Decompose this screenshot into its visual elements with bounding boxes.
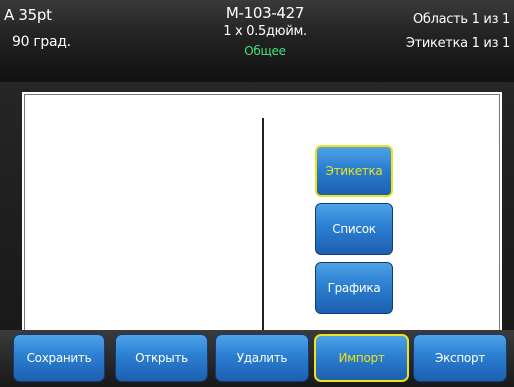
delete-button-text: Удалить	[236, 351, 288, 365]
label-counter: Этикетка 1 из 1	[405, 36, 510, 51]
import-button-text: Импорт	[338, 351, 385, 365]
save-button-text: Сохранить	[26, 351, 92, 365]
graphics-button-text: Графика	[327, 281, 381, 295]
label-button[interactable]: Этикетка	[315, 145, 393, 197]
label-dimensions: 1 x 0.5дюйм.	[223, 24, 307, 39]
delete-button[interactable]: Удалить	[215, 334, 309, 382]
label-type: Общее	[244, 44, 286, 58]
export-button-text: Экспорт	[435, 351, 485, 365]
list-button-text: Список	[332, 222, 376, 236]
import-button[interactable]: Импорт	[314, 334, 409, 382]
save-button[interactable]: Сохранить	[13, 334, 105, 382]
rotation-readout: 90 град.	[12, 34, 71, 50]
status-header: A 35pt 90 град. M-103-427 1 x 0.5дюйм. О…	[0, 0, 514, 82]
preview-divider	[262, 118, 264, 330]
label-part-number: M-103-427	[225, 4, 305, 22]
export-button[interactable]: Экспорт	[413, 334, 507, 382]
area-counter: Область 1 из 1	[412, 12, 510, 27]
list-button[interactable]: Список	[315, 203, 393, 255]
label-button-text: Этикетка	[325, 164, 383, 178]
printer-screen: A 35pt 90 град. M-103-427 1 x 0.5дюйм. О…	[0, 0, 514, 387]
open-button-text: Открыть	[135, 351, 188, 365]
graphics-button[interactable]: Графика	[315, 262, 393, 314]
font-size-readout: A 35pt	[4, 6, 52, 24]
open-button[interactable]: Открыть	[115, 334, 208, 382]
